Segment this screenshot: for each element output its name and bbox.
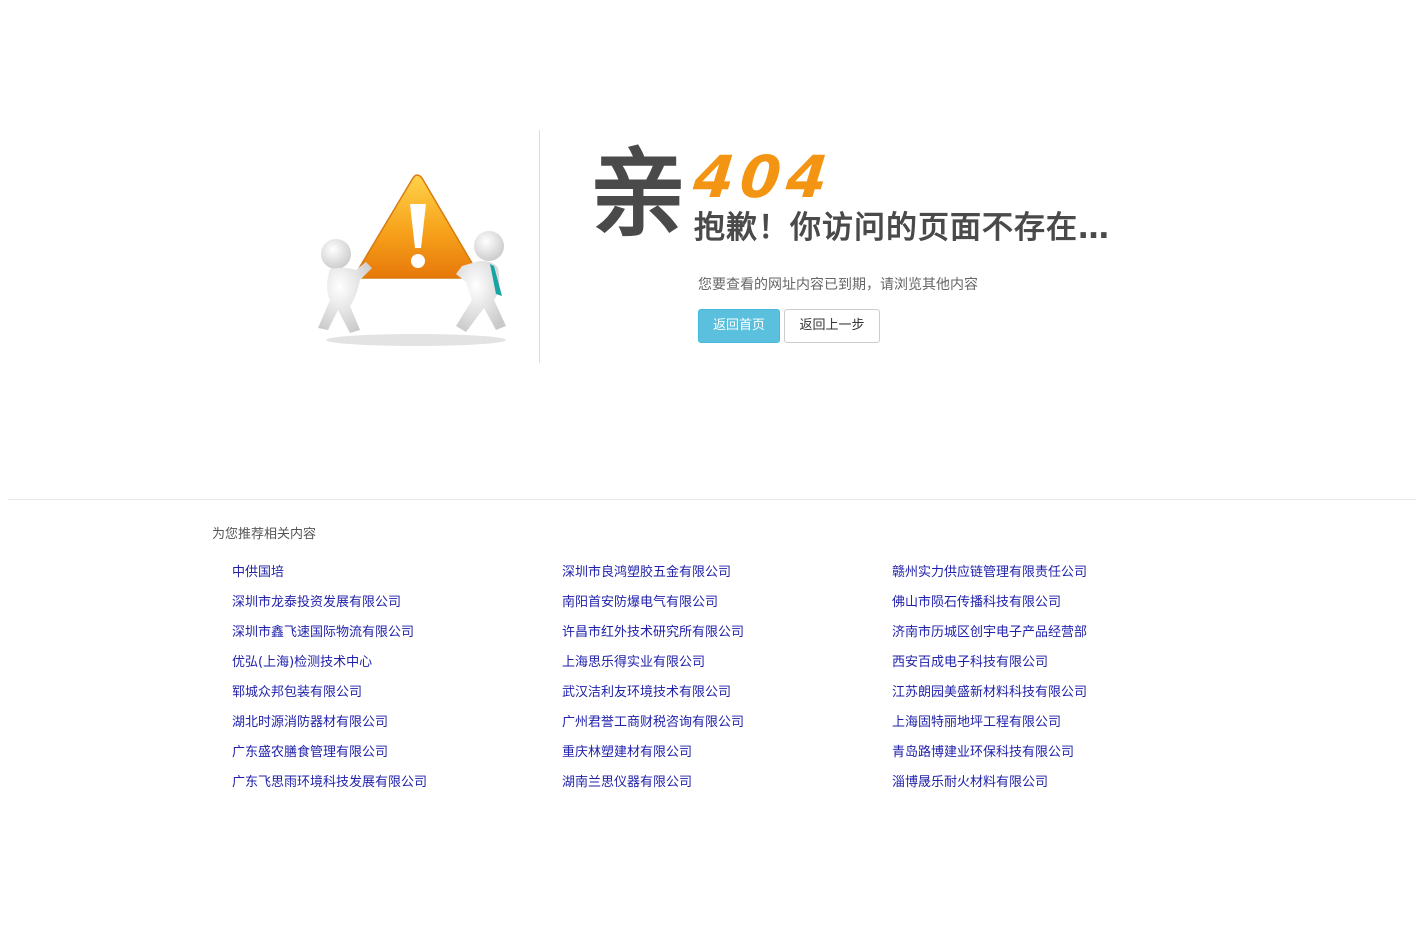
recommendation-link[interactable]: 淄博晟乐耐火材料有限公司 <box>892 773 1222 803</box>
vertical-divider <box>539 130 540 363</box>
recommendation-link[interactable]: 深圳市鑫飞速国际物流有限公司 <box>232 623 562 653</box>
recommendation-link[interactable]: 青岛路博建业环保科技有限公司 <box>892 743 1222 773</box>
recommendations-list: 中供国培 深圳市良鸿塑胶五金有限公司 赣州实力供应链管理有限责任公司 深圳市龙泰… <box>232 563 1232 803</box>
recommendation-link[interactable]: 重庆林塑建材有限公司 <box>562 743 892 773</box>
recommendation-link[interactable]: 赣州实力供应链管理有限责任公司 <box>892 563 1222 593</box>
recommendation-link[interactable]: 南阳首安防爆电气有限公司 <box>562 593 892 623</box>
recommendation-link[interactable]: 深圳市良鸿塑胶五金有限公司 <box>562 563 892 593</box>
recommendation-link[interactable]: 广东盛农膳食管理有限公司 <box>232 743 562 773</box>
recommendation-link[interactable]: 郓城众邦包装有限公司 <box>232 683 562 713</box>
error-headline: 亲 404 抱歉！你访问的页面不存在… <box>590 143 1120 250</box>
qin-character: 亲 <box>590 138 686 250</box>
recommendation-link[interactable]: 中供国培 <box>232 563 562 593</box>
sub-message: 您要查看的网址内容已到期，请浏览其他内容 <box>698 277 978 293</box>
error-page: 亲 404 抱歉！你访问的页面不存在… 您要查看的网址内容已到期，请浏览其他内容… <box>0 0 1424 933</box>
recommendation-link[interactable]: 广东飞思雨环境科技发展有限公司 <box>232 773 562 803</box>
horizontal-divider <box>8 499 1416 500</box>
recommendation-link[interactable]: 许昌市红外技术研究所有限公司 <box>562 623 892 653</box>
recommendation-link[interactable]: 湖南兰思仪器有限公司 <box>562 773 892 803</box>
warning-sign-carried-by-figures-icon <box>316 170 511 350</box>
recommendation-link[interactable]: 武汉洁利友环境技术有限公司 <box>562 683 892 713</box>
recommendation-link[interactable]: 上海固特丽地坪工程有限公司 <box>892 713 1222 743</box>
recommendation-link[interactable]: 湖北时源消防器材有限公司 <box>232 713 562 743</box>
recommendations-title: 为您推荐相关内容 <box>212 527 317 542</box>
recommendation-link[interactable]: 深圳市龙泰投资发展有限公司 <box>232 593 562 623</box>
recommendation-link[interactable]: 佛山市陨石传播科技有限公司 <box>892 593 1222 623</box>
recommendation-link[interactable]: 广州君誉工商财税咨询有限公司 <box>562 713 892 743</box>
recommendation-link[interactable]: 江苏朗园美盛新材料科技有限公司 <box>892 683 1222 713</box>
recommendation-link[interactable]: 优弘(上海)检测技术中心 <box>232 653 562 683</box>
back-home-button[interactable]: 返回首页 <box>698 309 780 343</box>
recommendation-link[interactable]: 西安百成电子科技有限公司 <box>892 653 1222 683</box>
go-back-button[interactable]: 返回上一步 <box>784 309 880 343</box>
recommendation-link[interactable]: 济南市历城区创宇电子产品经营部 <box>892 623 1222 653</box>
recommendation-link[interactable]: 上海思乐得实业有限公司 <box>562 653 892 683</box>
error-code: 404 <box>690 143 837 211</box>
sorry-message: 抱歉！你访问的页面不存在… <box>694 210 1110 246</box>
